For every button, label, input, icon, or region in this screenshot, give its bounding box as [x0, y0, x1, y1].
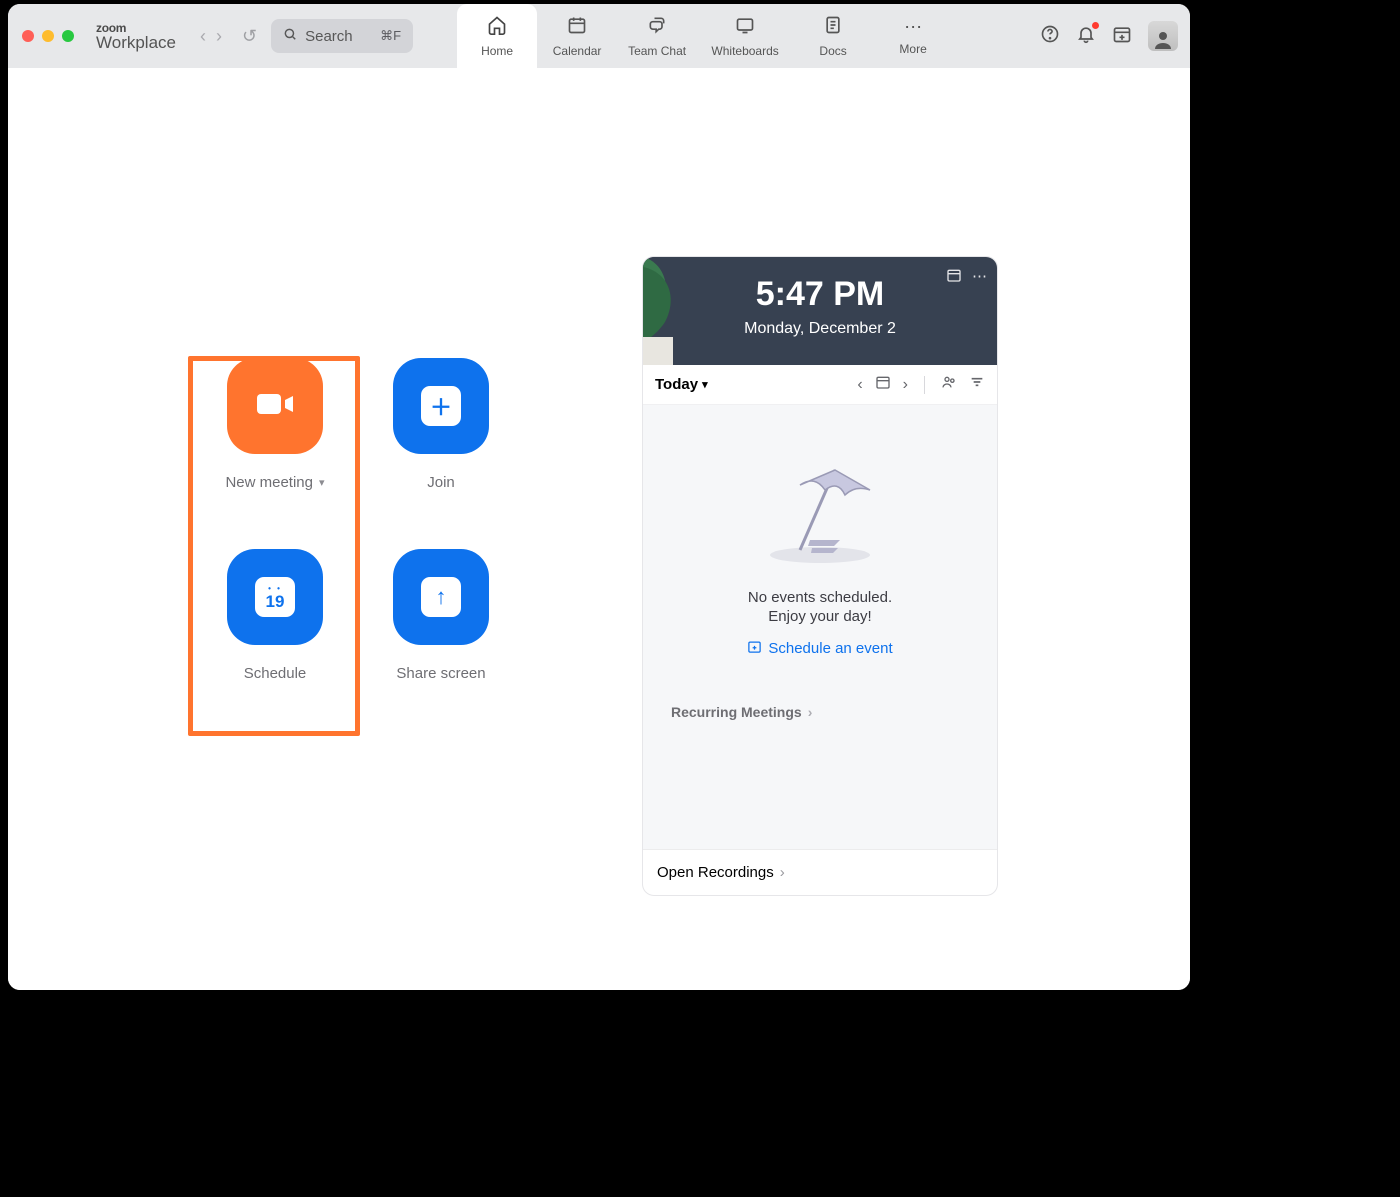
chat-icon [647, 15, 667, 40]
content-area: New meeting ▾ ＋ Join • • 19 [8, 68, 1190, 990]
recurring-meetings-link[interactable]: Recurring Meetings › [671, 704, 812, 720]
topbar-right [1040, 4, 1178, 68]
open-recordings-link[interactable]: Open Recordings › [643, 849, 997, 895]
chevron-down-icon[interactable]: ▾ [319, 476, 325, 489]
tab-label: More [899, 42, 926, 56]
tab-more[interactable]: ⋯ More [873, 4, 953, 68]
brand-line1: zoom [96, 22, 176, 34]
prev-day-icon[interactable]: ‹ [857, 376, 862, 394]
agenda-panel: 5:47 PM Monday, December 2 ⋯ Today ▾ ‹ [642, 256, 998, 896]
calendar-plus-icon [747, 639, 762, 658]
calendar-day-icon: • • 19 [255, 577, 295, 617]
help-icon[interactable] [1040, 24, 1060, 49]
arrow-up-icon: ↑ [421, 577, 461, 617]
app-window: zoom Workplace ‹ › ↺ Search ⌘F Home [8, 4, 1190, 990]
bell-icon[interactable] [1076, 24, 1096, 49]
brand: zoom Workplace [96, 22, 176, 51]
nav-back-icon[interactable]: ‹ [200, 26, 206, 47]
top-bar: zoom Workplace ‹ › ↺ Search ⌘F Home [8, 4, 1190, 68]
agenda-body: No events scheduled. Enjoy your day! Sch… [643, 405, 997, 849]
brand-line2: Workplace [96, 34, 176, 51]
plant-illustration [643, 257, 685, 365]
action-label: Join [427, 474, 455, 491]
search-placeholder: Search [305, 28, 353, 45]
action-label: New meeting ▾ [225, 474, 324, 491]
calendar-icon [567, 15, 587, 40]
share-screen-button[interactable]: ↑ Share screen [358, 549, 524, 682]
nav-forward-icon[interactable]: › [216, 26, 222, 47]
new-meeting-tile [227, 358, 323, 454]
tab-label: Home [481, 44, 513, 58]
tab-home[interactable]: Home [457, 4, 537, 68]
search-icon [283, 27, 297, 45]
main-tabs: Home Calendar Team Chat Whiteboards [457, 4, 953, 68]
tab-calendar[interactable]: Calendar [537, 4, 617, 68]
tab-docs[interactable]: Docs [793, 4, 873, 68]
maximize-window-icon[interactable] [62, 30, 74, 42]
schedule-tile: • • 19 [227, 549, 323, 645]
chevron-right-icon: › [808, 704, 813, 720]
search-input[interactable]: Search ⌘F [271, 19, 413, 53]
video-icon [251, 380, 299, 433]
jump-today-icon[interactable] [875, 374, 891, 395]
action-label: Share screen [396, 665, 485, 682]
clock-date: Monday, December 2 [643, 320, 997, 338]
filter-icon[interactable] [969, 374, 985, 395]
minimize-window-icon[interactable] [42, 30, 54, 42]
more-icon[interactable]: ⋯ [972, 267, 987, 287]
action-label: Schedule [244, 665, 307, 682]
share-tile: ↑ [393, 549, 489, 645]
avatar[interactable] [1148, 21, 1178, 51]
more-icon: ⋯ [904, 17, 922, 38]
notification-badge [1092, 22, 1099, 29]
empty-message-1: No events scheduled. [748, 589, 892, 606]
calendar-add-icon[interactable] [1112, 24, 1132, 49]
today-dropdown[interactable]: Today ▾ [655, 376, 708, 393]
next-day-icon[interactable]: › [903, 376, 908, 394]
quick-actions: New meeting ▾ ＋ Join • • 19 [192, 358, 524, 682]
empty-message-2: Enjoy your day! [768, 608, 871, 625]
tab-team-chat[interactable]: Team Chat [617, 4, 697, 68]
new-meeting-button[interactable]: New meeting ▾ [192, 358, 358, 491]
schedule-event-link[interactable]: Schedule an event [747, 639, 892, 658]
plus-icon: ＋ [421, 386, 461, 426]
tab-label: Calendar [553, 44, 602, 58]
close-window-icon[interactable] [22, 30, 34, 42]
tab-label: Docs [819, 44, 846, 58]
nav-arrows: ‹ › [200, 26, 222, 47]
agenda-header: 5:47 PM Monday, December 2 ⋯ [643, 257, 997, 365]
search-shortcut: ⌘F [380, 28, 401, 44]
umbrella-illustration [760, 455, 880, 565]
tab-label: Whiteboards [711, 44, 778, 58]
chevron-right-icon: › [780, 864, 785, 881]
tab-whiteboards[interactable]: Whiteboards [697, 4, 793, 68]
window-controls[interactable] [22, 30, 74, 42]
tab-label: Team Chat [628, 44, 686, 58]
agenda-toolbar: Today ▾ ‹ › [643, 365, 997, 405]
whiteboard-icon [735, 15, 755, 40]
people-icon[interactable] [941, 374, 957, 395]
home-icon [487, 15, 507, 40]
history-icon[interactable]: ↺ [242, 26, 257, 47]
join-tile: ＋ [393, 358, 489, 454]
schedule-button[interactable]: • • 19 Schedule [192, 549, 358, 682]
chevron-down-icon: ▾ [702, 378, 708, 391]
clock-time: 5:47 PM [643, 275, 997, 314]
calendar-widget-icon[interactable] [946, 267, 962, 287]
separator [924, 376, 925, 394]
docs-icon [823, 15, 843, 40]
join-button[interactable]: ＋ Join [358, 358, 524, 491]
